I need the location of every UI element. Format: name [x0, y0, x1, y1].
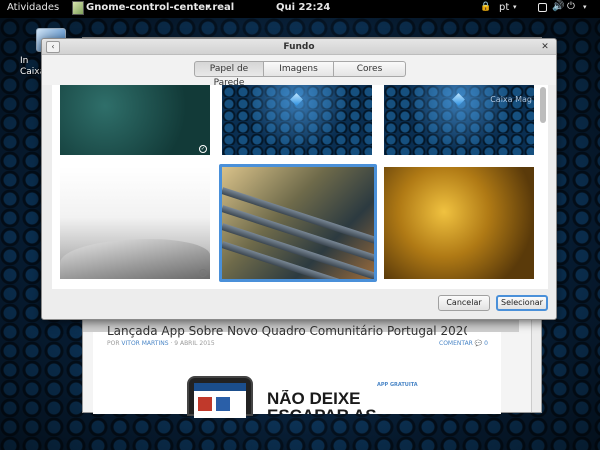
cancel-button[interactable]: Cancelar: [438, 295, 490, 311]
clock[interactable]: Qui 22:24: [276, 2, 330, 13]
background-dialog: ‹ Fundo ✕ Papel de Parede Imagens Cores …: [41, 38, 557, 320]
app-menu-button[interactable]: Gnome-control-center.real: [86, 2, 234, 13]
dialog-titlebar[interactable]: ‹ Fundo ✕: [42, 39, 556, 55]
selected-check-icon: ✓: [199, 269, 207, 277]
tab-colors[interactable]: Cores: [334, 61, 406, 77]
grid-scrollbar[interactable]: [540, 87, 546, 123]
wallpaper-thumb[interactable]: Caixa Mag: [384, 85, 534, 155]
dialog-title: Fundo: [283, 42, 315, 52]
wallpaper-thumb[interactable]: [222, 85, 372, 155]
volume-icon[interactable]: 🔊: [552, 1, 564, 12]
wallpaper-thumb[interactable]: ✓: [60, 167, 210, 279]
article-date: · 9 ABRIL 2015: [168, 340, 215, 347]
meta-prefix: POR: [107, 340, 122, 347]
activities-button[interactable]: Atividades: [7, 2, 59, 13]
selected-check-icon: ✓: [199, 145, 207, 153]
chevron-down-icon: ▾: [583, 3, 587, 11]
close-icon[interactable]: ✕: [539, 41, 551, 53]
wallpaper-label: Caixa Mag: [490, 95, 532, 104]
language-indicator[interactable]: pt: [499, 2, 509, 13]
tab-images[interactable]: Imagens: [264, 61, 334, 77]
lock-icon: 🔒: [480, 2, 492, 12]
wallpaper-thumb[interactable]: [384, 167, 534, 279]
window-icon: [538, 3, 547, 12]
power-icon[interactable]: ⏻: [567, 1, 575, 12]
chevron-down-icon: ▾: [207, 3, 211, 11]
select-button[interactable]: Selecionar: [496, 295, 548, 311]
tab-wallpapers[interactable]: Papel de Parede: [194, 61, 264, 88]
wallpaper-grid: ✓ Caixa Mag ✓: [52, 85, 548, 289]
article-title[interactable]: Lançada App Sobre Novo Quadro Comunitári…: [107, 324, 467, 338]
top-bar: Atividades Gnome-control-center.real ▾ Q…: [0, 0, 600, 18]
wallpaper-thumb-selected[interactable]: [222, 167, 374, 279]
cube-icon: [452, 93, 465, 106]
wallpaper-thumb[interactable]: ✓: [60, 85, 210, 155]
article-meta: POR VITOR MARTINS · 9 ABRIL 2015: [107, 340, 215, 347]
source-tabs: Papel de Parede Imagens Cores: [194, 61, 406, 88]
cube-icon: [290, 93, 303, 106]
comment-link[interactable]: COMENTAR 💬 0: [439, 340, 488, 347]
phone-image: [187, 376, 253, 418]
article-author-link[interactable]: VITOR MARTINS: [121, 340, 168, 347]
ad-tag: APP GRATUITA: [377, 382, 418, 388]
chevron-down-icon: ▾: [513, 3, 517, 11]
app-icon: [72, 1, 84, 15]
ad-headline[interactable]: NÃO DEIXE ESCAPAR AS OPORTUNIDADES!: [267, 390, 447, 414]
